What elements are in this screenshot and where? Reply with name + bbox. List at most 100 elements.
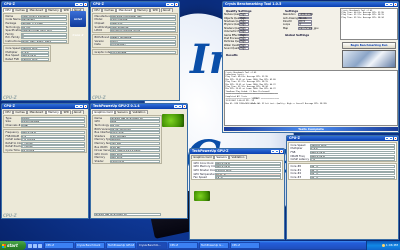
label: FSB bbox=[290, 150, 296, 154]
quick-launch-icon[interactable] bbox=[28, 243, 32, 248]
titlebar[interactable]: CPU-Z bbox=[2, 2, 88, 7]
taskbar-item[interactable]: TechPowerUp G... bbox=[199, 242, 229, 249]
clock[interactable]: 1:06 PM bbox=[386, 241, 398, 250]
close-icon[interactable] bbox=[83, 2, 87, 6]
minimize-icon[interactable] bbox=[271, 149, 275, 153]
tab-caches[interactable]: Caches bbox=[13, 7, 27, 12]
tab-mainboard[interactable]: Mainboard bbox=[27, 7, 46, 12]
tab-about[interactable]: About bbox=[71, 109, 84, 114]
tab-memory[interactable]: Memory bbox=[46, 109, 61, 114]
card-select[interactable]: NVIDIA GeForce 8800 GT bbox=[93, 212, 161, 216]
quality-select[interactable]: High bbox=[238, 47, 249, 50]
titlebar[interactable]: CPU-Z bbox=[91, 2, 179, 7]
value: x 9.0 bbox=[20, 50, 49, 54]
start-button[interactable]: start bbox=[0, 241, 26, 250]
maximize-icon[interactable] bbox=[170, 2, 174, 6]
tab-validation[interactable]: Validation bbox=[229, 154, 247, 159]
close-icon[interactable] bbox=[174, 2, 178, 6]
minimize-icon[interactable] bbox=[385, 136, 389, 140]
quality-select[interactable]: High bbox=[238, 23, 249, 27]
taskbar-item[interactable]: Crysis Benchmark bbox=[75, 242, 105, 249]
label: Ext. Family bbox=[5, 36, 20, 40]
maximize-icon[interactable] bbox=[79, 2, 83, 6]
quick-launch-icon[interactable] bbox=[33, 243, 37, 248]
tab-cpu[interactable]: CPU bbox=[92, 7, 102, 12]
minimize-icon[interactable] bbox=[75, 2, 79, 6]
profile-list[interactable]: Crysis Benchmark Tool v1.05 Play Time: 6… bbox=[340, 8, 398, 40]
minimize-icon[interactable] bbox=[174, 104, 178, 108]
taskbar-item[interactable]: CPU-Z bbox=[168, 242, 198, 249]
maximize-icon[interactable] bbox=[389, 136, 393, 140]
value: 6 bbox=[20, 32, 67, 36]
tab-caches[interactable]: Caches bbox=[102, 7, 116, 12]
close-icon[interactable] bbox=[393, 136, 397, 140]
titlebar[interactable]: TechPowerUp GPU-Z bbox=[190, 149, 284, 154]
taskbar-item[interactable]: Crysis Benchm... bbox=[137, 242, 167, 249]
card-selector[interactable]: NVIDIA GeForce 8800 GT bbox=[92, 212, 162, 216]
tab-graphics-card[interactable]: Graphics Card bbox=[191, 154, 214, 159]
taskbar-item[interactable]: CPU-Z bbox=[230, 242, 260, 249]
tab-cpu[interactable]: CPU bbox=[3, 109, 13, 114]
setting-select[interactable]: DX 9 bbox=[297, 20, 312, 23]
crysis-benchmark-window[interactable]: Crysis Benchmarking Tool 1.0.5 Quality S… bbox=[222, 1, 399, 133]
maximize-icon[interactable] bbox=[275, 149, 279, 153]
titlebar[interactable]: CPU-Z bbox=[2, 104, 88, 109]
value: 65 nm bbox=[109, 123, 160, 127]
quality-select[interactable]: High bbox=[238, 30, 249, 34]
tab-about[interactable]: About bbox=[160, 7, 173, 12]
sensor-group: GPU Core Clock 600.0 MHz GPU Memory Clock… bbox=[191, 160, 283, 181]
tab-memory[interactable]: Memory bbox=[46, 7, 61, 12]
tab-memory[interactable]: Memory bbox=[135, 7, 150, 12]
minimize-icon[interactable] bbox=[166, 2, 170, 6]
value: Intel 82801IR bbox=[109, 25, 176, 29]
row: Cycle Time 20 clocks bbox=[4, 149, 86, 153]
tab-mainboard[interactable]: Mainboard bbox=[27, 109, 46, 114]
minimize-icon[interactable] bbox=[75, 104, 79, 108]
setting-select[interactable]: 3 bbox=[297, 23, 312, 27]
tab-graphics-card[interactable]: Graphics Card bbox=[92, 109, 115, 114]
titlebar[interactable]: Crysis Benchmarking Tool 1.0.5 bbox=[223, 2, 398, 7]
tab-cpu[interactable]: CPU bbox=[3, 7, 13, 12]
tab-validation[interactable]: Validation bbox=[130, 109, 148, 114]
tray-icon[interactable] bbox=[381, 244, 385, 247]
label: GPU Memory Clock bbox=[193, 165, 219, 169]
global-settings-heading: Global Settings bbox=[285, 33, 310, 38]
tab-spd[interactable]: SPD bbox=[150, 7, 161, 12]
setting-select[interactable]: benchmark_gpu bbox=[297, 26, 318, 30]
titlebar[interactable]: TechPowerUp GPU-Z 0.1.4 bbox=[91, 104, 187, 109]
tab-spd[interactable]: SPD bbox=[61, 109, 72, 114]
tab-sensors[interactable]: Sensors bbox=[214, 154, 229, 159]
cpuz-window-mainboard[interactable]: CPU-Z CPU Caches Mainboard Memory SPD Ab… bbox=[90, 1, 180, 101]
minimize-icon[interactable] bbox=[385, 2, 389, 6]
value: 29 % bbox=[214, 176, 281, 180]
cpuz-window-cpu[interactable]: CPU-Z CPU Caches Mainboard Memory SPD Ab… bbox=[1, 1, 89, 101]
setting-select[interactable]: 1280x1024 bbox=[297, 13, 313, 17]
label: Frequency bbox=[5, 131, 19, 135]
begin-benchmark-button[interactable]: Begin Benchmarking Run bbox=[342, 42, 396, 49]
label: Date bbox=[94, 43, 101, 47]
tab-caches[interactable]: Caches bbox=[13, 109, 27, 114]
maximize-icon[interactable] bbox=[178, 104, 182, 108]
close-icon[interactable] bbox=[83, 104, 87, 108]
tab-sensors[interactable]: Sensors bbox=[115, 109, 130, 114]
close-icon[interactable] bbox=[393, 2, 397, 6]
gpuz-sensors-window[interactable]: TechPowerUp GPU-Z Graphics Card Sensors … bbox=[189, 148, 285, 240]
quality-row: Sound Quality High bbox=[224, 47, 282, 50]
gpuz-window[interactable]: TechPowerUp GPU-Z 0.1.4 Graphics Card Se… bbox=[90, 103, 188, 219]
maximize-icon[interactable] bbox=[389, 2, 393, 6]
taskbar-item[interactable]: TechPowerUp GPU-Z bbox=[106, 242, 136, 249]
titlebar[interactable]: CPU-Z bbox=[287, 136, 398, 141]
close-icon[interactable] bbox=[279, 149, 283, 153]
tab-mainboard[interactable]: Mainboard bbox=[116, 7, 135, 12]
close-icon[interactable] bbox=[182, 104, 186, 108]
quality-select[interactable]: High bbox=[238, 40, 249, 44]
hardware-monitor-window[interactable]: CPU-Z Core Speed 3600.0 MHz Multiplier x 9… bbox=[286, 135, 399, 240]
results-log[interactable]: Crysis Benchmark Tool v1.05 Launching Cr… bbox=[224, 70, 398, 126]
cpuz-window-memory[interactable]: CPU-Z CPU Caches Mainboard Memory SPD Ab… bbox=[1, 103, 89, 219]
quality-select[interactable]: High bbox=[238, 13, 249, 17]
row: Shader 1500 MHz bbox=[93, 159, 161, 164]
taskbar-item[interactable]: CPU-Z bbox=[44, 242, 74, 249]
quick-launch-icon[interactable] bbox=[38, 243, 42, 248]
maximize-icon[interactable] bbox=[79, 104, 83, 108]
setting-select[interactable]: No AA bbox=[297, 16, 312, 20]
